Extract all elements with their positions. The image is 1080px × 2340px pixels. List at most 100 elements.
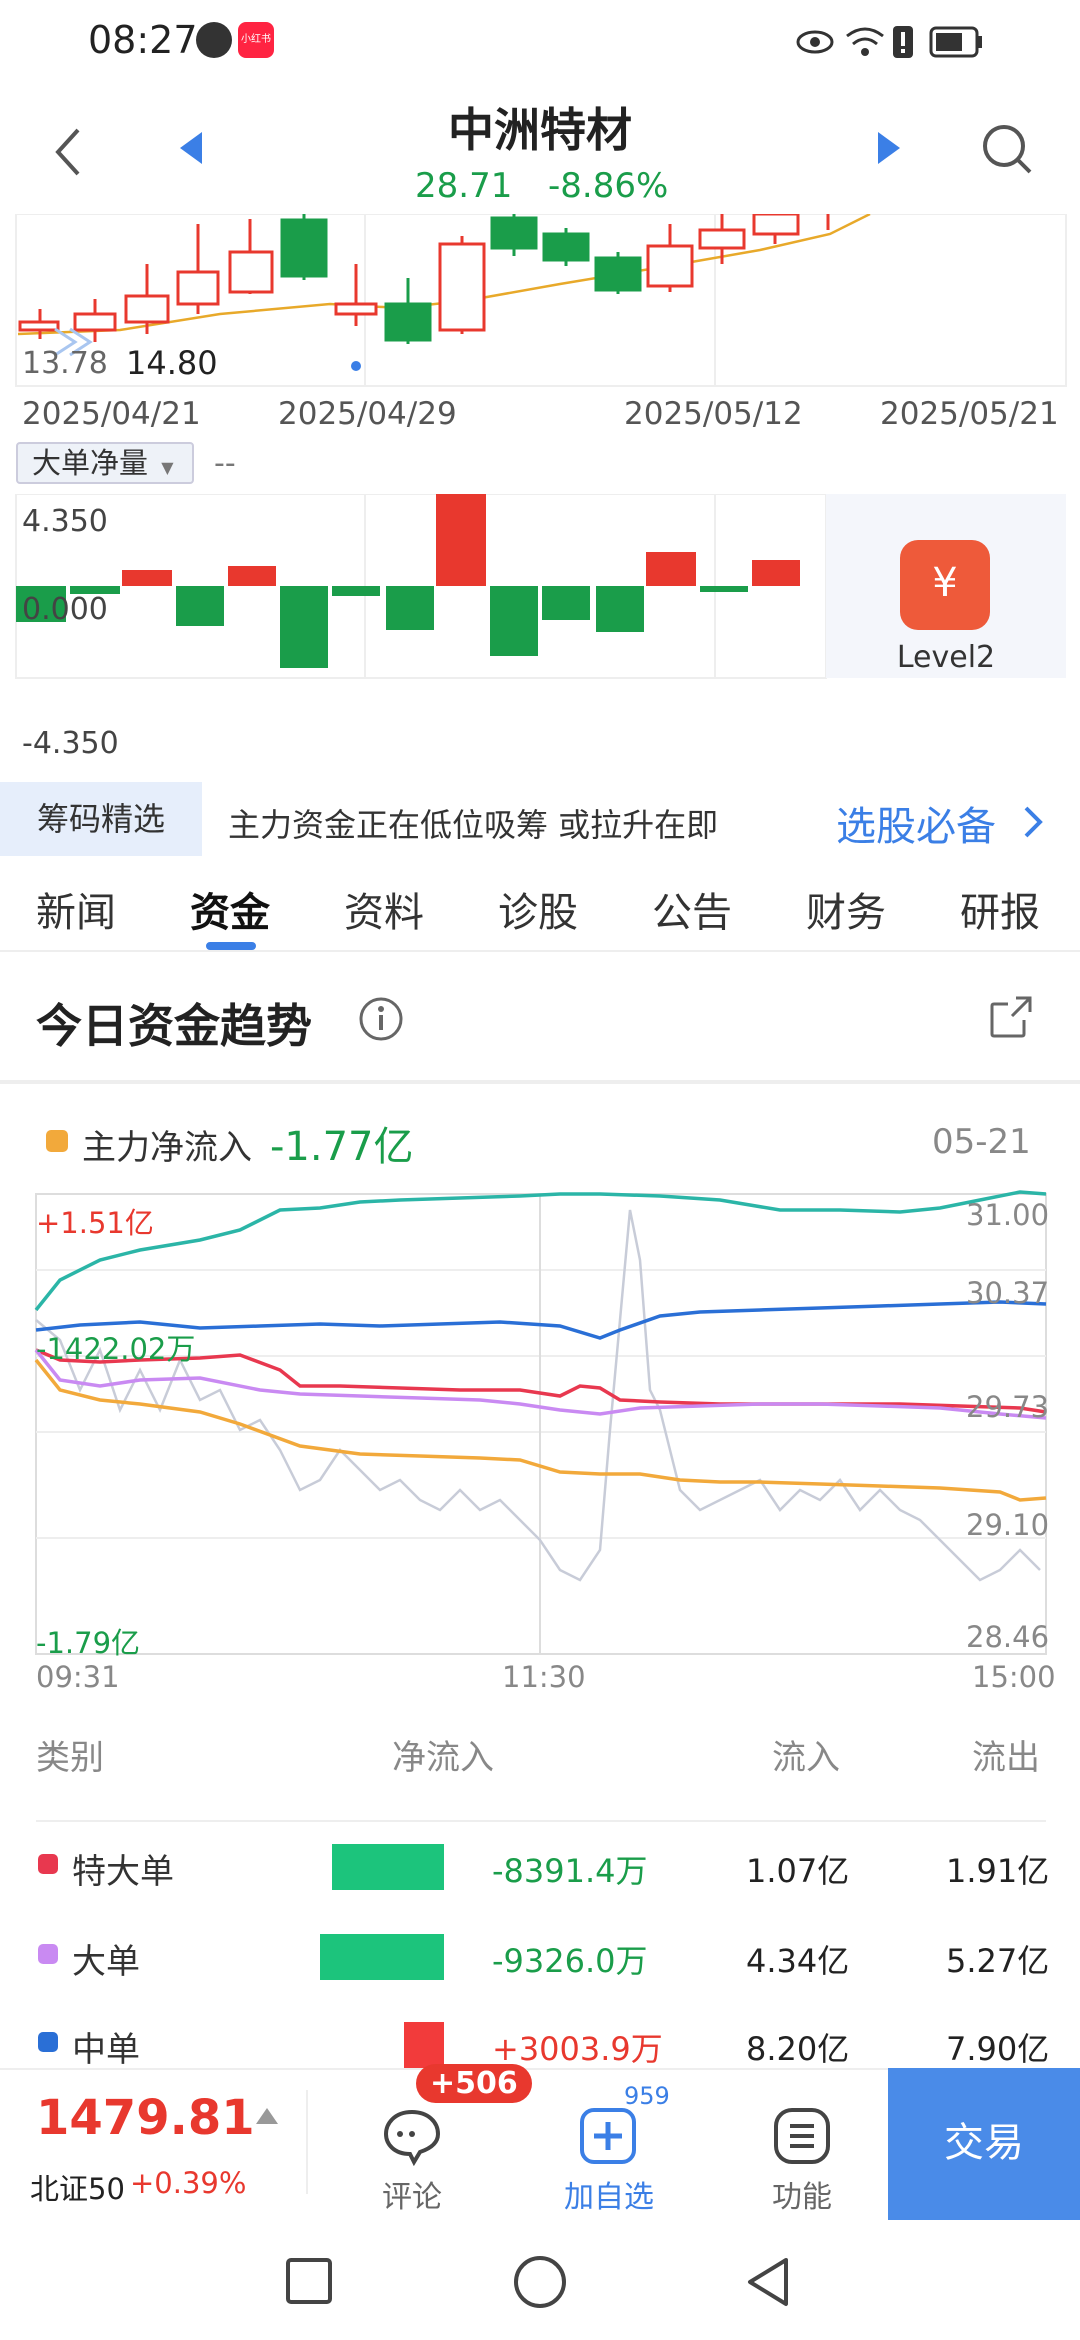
row-name: 特大单 [72,1852,174,1892]
level2-icon: ¥ [900,540,990,630]
tab-research[interactable]: 研报 [960,880,1040,938]
level2-label: Level2 [896,640,996,675]
index-change: +0.39% [130,2166,247,2200]
flow-table-header: 类别 净流入 流入 流出 [0,1730,1080,1822]
tab-announcements[interactable]: 公告 [652,880,732,938]
kline-date-2: 2025/04/29 [278,396,457,432]
flow-plot [34,1190,1047,1655]
time-label-end: 15:00 [972,1660,1056,1694]
row-inflow: 8.20亿 [746,2030,850,2068]
stock-price: 28.71 [415,166,513,206]
indicator-select[interactable]: 大单净量 ▼ [16,442,194,484]
header-inflow: 流入 [772,1738,840,1778]
row-net: +3003.9万 [492,2030,663,2068]
header-category: 类别 [36,1738,104,1778]
header-net: 净流入 [392,1738,494,1778]
index-value: 1479.81 [36,2090,255,2146]
detail-tabs: 新闻 资金 资料 诊股 公告 财务 研报 [0,858,1080,952]
price-label-5: 28.46 [966,1620,1050,1654]
status-icons [796,26,982,58]
row-swatch [38,1854,58,1874]
active-tab-indicator [206,942,256,950]
share-icon[interactable] [986,992,1036,1042]
indicator-y-top: 4.350 [22,504,108,539]
chevron-down-icon: ▼ [161,458,174,477]
price-label-1: 31.00 [966,1198,1050,1232]
kline-date-4: 2025/05/21 [880,396,1059,432]
stock-name: 中洲特材 [448,103,632,157]
up-arrow-icon [256,2108,278,2124]
banner-link[interactable]: 选股必备 [836,794,996,852]
row-inflow: 4.34亿 [746,1942,850,1980]
row-swatch [38,2032,58,2052]
search-icon[interactable] [980,122,1036,178]
indicator-select-label: 大单净量 [32,446,149,480]
flow-label-bottom: -1.79亿 [36,1626,141,1660]
row-name: 大单 [72,1942,140,1982]
system-nav-bar [0,2220,1080,2340]
promo-banner[interactable]: 筹码精选 主力资金正在低位吸筹 或拉升在即 选股必备 [0,782,1080,856]
row-net: -8391.4万 [492,1852,648,1890]
index-name: 北证50 [30,2172,125,2206]
header-outflow: 流出 [972,1738,1040,1778]
status-bar: 08:27 小红书 [0,0,1080,84]
next-stock-icon[interactable] [874,128,904,168]
row-outflow: 5.27亿 [946,1942,1050,1980]
functions-label: 功能 [772,2180,832,2215]
table-row: 特大单 -8391.4万 1.07亿 1.91亿 [0,1840,1080,1930]
watchlist-count: 959 [624,2082,670,2110]
comment-badge: +506 [416,2064,532,2103]
tab-funds[interactable]: 资金 [190,880,270,938]
info-icon[interactable] [356,994,406,1044]
row-name: 中单 [72,2030,140,2070]
functions-button[interactable]: 功能 [748,2070,858,2220]
flow-date: 05-21 [932,1122,1031,1162]
tab-diagnosis[interactable]: 诊股 [498,880,578,938]
capital-flow-chart[interactable]: 主力净流入 -1.77亿 05-21 +1.51亿 -1422.02万 -1.7… [0,1090,1080,1710]
comment-label: 评论 [382,2180,442,2215]
banner-text: 主力资金正在低位吸筹 或拉升在即 [228,806,719,844]
add-watchlist-icon [580,2108,636,2164]
row-swatch [38,1944,58,1964]
comment-icon [383,2109,441,2166]
xiaohongshu-icon: 小红书 [238,22,274,58]
trade-button[interactable]: 交易 [888,2068,1080,2220]
home-icon[interactable] [512,2254,568,2310]
comment-button[interactable]: +506 评论 [354,2064,532,2220]
row-outflow: 1.91亿 [946,1852,1050,1890]
status-time: 08:27 [88,18,198,62]
add-watchlist-button[interactable]: 959 加自选 [550,2070,680,2220]
kline-date-3: 2025/05/12 [624,396,803,432]
menu-icon [774,2108,830,2164]
tab-profile[interactable]: 资料 [344,880,424,938]
legend-label: 主力净流入 [82,1128,252,1168]
legend-swatch [46,1130,68,1152]
recents-icon[interactable] [284,2256,334,2306]
tab-finance[interactable]: 财务 [806,880,886,938]
stock-change: -8.86% [548,166,669,206]
table-row: 大单 -9326.0万 4.34亿 5.27亿 [0,1930,1080,2020]
row-net: -9326.0万 [492,1942,648,1980]
flow-label-mid: -1422.02万 [36,1332,196,1366]
row-outflow: 7.90亿 [946,2030,1050,2068]
legend-value: -1.77亿 [270,1124,414,1170]
price-label-4: 29.10 [966,1508,1050,1542]
kline-chart[interactable]: 13.78 14.80 2025/04/21 2025/04/29 2025/0… [0,214,1080,774]
avatar-icon [196,22,232,58]
net-bar [332,1844,444,1890]
flow-label-top: +1.51亿 [36,1206,154,1240]
indicator-y-bottom: -4.350 [22,726,119,761]
level2-promo[interactable]: ¥ Level2 [826,494,1066,678]
indicator-bar-plot [15,494,827,679]
index-ticker[interactable]: 1479.81 北证50 +0.39% [0,2070,308,2220]
back-nav-icon[interactable] [742,2254,794,2310]
indicator-value: -- [214,446,236,481]
price-label-3: 29.73 [966,1390,1050,1424]
tab-news[interactable]: 新闻 [36,880,116,938]
section-divider [0,1080,1080,1084]
add-watchlist-label: 加自选 [564,2180,654,2215]
time-label-start: 09:31 [36,1660,120,1694]
kline-date-1: 2025/04/21 [22,396,201,432]
kline-low-label-b: 14.80 [126,344,218,382]
bottom-toolbar: 1479.81 北证50 +0.39% +506 评论 959 加自选 功能 交… [0,2064,1080,2220]
